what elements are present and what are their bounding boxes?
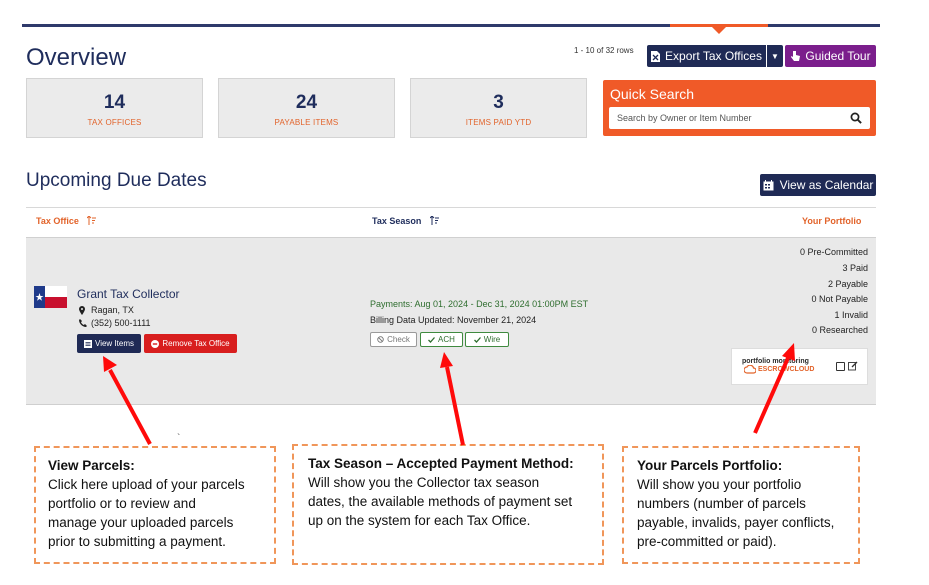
guided-tour-button[interactable]: Guided Tour: [785, 45, 876, 67]
phone-icon: [79, 319, 87, 327]
quick-search-title: Quick Search: [610, 86, 695, 102]
tax-office-phone: (352) 500-1111: [79, 318, 151, 328]
stat-tax-offices: 14 TAX OFFICES: [26, 78, 203, 138]
portfolio-monitoring-widget: portfolio monitoring ESCROWCLOUD: [731, 348, 868, 385]
stat-label: PAYABLE ITEMS: [274, 118, 339, 127]
check-icon: [428, 336, 436, 343]
escrowcloud-logo-icon: [744, 365, 756, 374]
payment-method-check-badge: Check: [370, 332, 417, 347]
callout-line: prior to submitting a payment.: [48, 534, 226, 549]
stat-label: ITEMS PAID YTD: [465, 118, 532, 127]
rows-count: 1 - 10 of 32 rows: [574, 46, 634, 55]
column-header-your-portfolio: Your Portfolio: [802, 216, 862, 226]
stat-items-paid-ytd: 3 ITEMS PAID YTD: [410, 78, 587, 138]
tick-mark: `: [177, 433, 181, 444]
portfolio-monitoring-checkbox[interactable]: [836, 362, 845, 371]
logo-line-2: ESCROWCLOUD: [758, 366, 815, 373]
guided-tour-label: Guided Tour: [805, 49, 871, 63]
sort-icon: [87, 216, 97, 225]
callout-line: dates, the available methods of payment …: [308, 494, 573, 509]
callout-line: numbers (number of parcels: [637, 496, 806, 511]
table-top-border: [26, 207, 876, 208]
method-label: Wire: [483, 335, 501, 344]
remove-tax-office-label: Remove Tax Office: [162, 339, 230, 348]
calendar-icon: [763, 179, 774, 190]
column-header-tax-season[interactable]: Tax Season: [372, 216, 439, 226]
stat-value: 14: [103, 92, 126, 113]
caret-down-icon: ▼: [771, 51, 779, 61]
minus-circle-icon: [151, 339, 160, 348]
texas-flag-icon: [34, 286, 67, 308]
view-items-button[interactable]: View Items: [77, 334, 141, 353]
portfolio-researched: 0 Researched: [811, 325, 868, 335]
stat-payable-items: 24 PAYABLE ITEMS: [218, 78, 395, 138]
sort-icon: [429, 216, 439, 225]
callout-title: View Parcels:: [48, 458, 135, 473]
remove-tax-office-button[interactable]: Remove Tax Office: [144, 334, 237, 353]
callout-tax-season: Tax Season – Accepted Payment Method: Wi…: [292, 444, 604, 565]
callout-view-parcels: View Parcels: Click here upload of your …: [34, 446, 276, 564]
page-title: Overview: [26, 44, 127, 71]
callout-title: Your Parcels Portfolio:: [637, 458, 783, 473]
active-tab-notch: [712, 27, 726, 34]
callout-title: Tax Season – Accepted Payment Method:: [308, 456, 574, 471]
phone-text: (352) 500-1111: [91, 318, 151, 328]
logo-line-1: portfolio monitoring: [742, 358, 809, 365]
list-icon: [84, 339, 92, 348]
map-pin-icon: [79, 305, 85, 315]
stat-value: 24: [295, 92, 318, 113]
tax-office-name[interactable]: Grant Tax Collector: [77, 287, 180, 301]
callout-line: Click here upload of your parcels: [48, 477, 245, 492]
column-header-tax-office[interactable]: Tax Office: [36, 216, 97, 226]
stat-value: 3: [493, 92, 504, 113]
tax-office-location: Ragan, TX: [79, 305, 134, 315]
callout-line: portfolio or to review and: [48, 496, 196, 511]
hand-pointer-icon: [791, 51, 801, 61]
callout-line: Will show you the Collector tax season: [308, 475, 540, 490]
callout-line: manage your uploaded parcels: [48, 515, 234, 530]
search-icon[interactable]: [850, 112, 862, 124]
portfolio-not-payable: 0 Not Payable: [811, 294, 868, 304]
view-as-calendar-label: View as Calendar: [779, 178, 874, 192]
file-excel-icon: [651, 50, 661, 62]
stat-label: TAX OFFICES: [87, 118, 142, 127]
payment-season-dates: Payments: Aug 01, 2024 - Dec 31, 2024 01…: [370, 299, 589, 309]
edit-icon[interactable]: [848, 361, 858, 371]
callout-line: up on the system for each Tax Office.: [308, 513, 531, 528]
export-dropdown-toggle[interactable]: ▼: [767, 45, 783, 67]
callout-line: Will show you your portfolio: [637, 477, 802, 492]
quick-search-input[interactable]: [609, 107, 870, 129]
billing-data-updated: Billing Data Updated: November 21, 2024: [370, 315, 537, 325]
portfolio-payable: 2 Payable: [827, 279, 868, 289]
ban-icon: [377, 336, 384, 343]
export-tax-offices-button[interactable]: Export Tax Offices: [647, 45, 766, 67]
city-text: Ragan, TX: [91, 305, 134, 315]
portfolio-paid: 3 Paid: [842, 263, 868, 273]
column-label: Tax Office: [36, 216, 79, 226]
callout-parcels-portfolio: Your Parcels Portfolio: Will show you yo…: [622, 446, 860, 564]
view-as-calendar-button[interactable]: View as Calendar: [760, 174, 876, 196]
payment-method-ach-badge: ACH: [420, 332, 463, 347]
portfolio-pre-committed: 0 Pre-Committed: [799, 247, 868, 257]
portfolio-invalid: 1 Invalid: [834, 310, 868, 320]
section-title: Upcoming Due Dates: [26, 170, 207, 191]
callout-line: pre-committed or paid).: [637, 534, 777, 549]
check-icon: [473, 336, 481, 343]
view-items-label: View Items: [95, 339, 134, 348]
quick-search-panel: Quick Search: [603, 80, 876, 136]
method-label: Check: [387, 335, 410, 344]
method-label: ACH: [438, 335, 455, 344]
column-label: Tax Season: [372, 216, 422, 226]
export-label: Export Tax Offices: [665, 49, 762, 63]
callout-line: payable, invalids, payer conflicts,: [637, 515, 835, 530]
payment-method-wire-badge: Wire: [465, 332, 509, 347]
